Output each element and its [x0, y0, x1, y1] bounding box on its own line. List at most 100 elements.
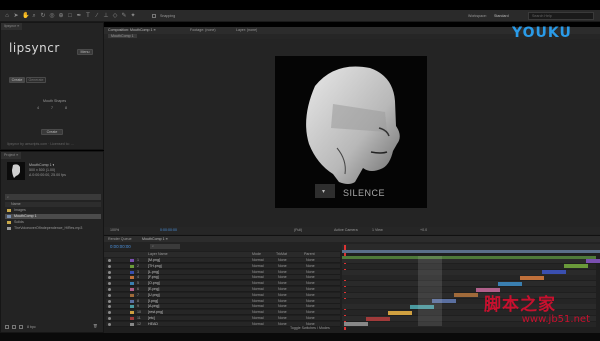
- mouth-shapes-value-2[interactable]: 7: [51, 106, 53, 110]
- visibility-eye-icon[interactable]: [108, 264, 111, 268]
- tab-layer[interactable]: Layer: (none): [236, 28, 257, 32]
- label-color-swatch[interactable]: [130, 270, 134, 274]
- project-search-input[interactable]: ⌕: [5, 194, 101, 200]
- menu-button[interactable]: Menu: [77, 49, 93, 55]
- project-item-solids[interactable]: Solids: [5, 220, 101, 225]
- layer-duration-bar[interactable]: [344, 322, 368, 327]
- col-parent[interactable]: Parent: [304, 252, 315, 256]
- eraser-tool-icon[interactable]: ◇: [112, 13, 118, 19]
- timeline-layer-row[interactable]: 1 [M.png] Normal None None: [106, 258, 340, 263]
- col-trkmat[interactable]: TrkMat: [276, 252, 287, 256]
- project-item-images[interactable]: Images: [5, 208, 101, 213]
- label-color-swatch[interactable]: [130, 276, 134, 280]
- label-color-swatch[interactable]: [130, 264, 134, 268]
- timeline-layer-row[interactable]: 5 [O.png] Normal None None: [106, 281, 340, 287]
- timeline-timecode[interactable]: 0:00:00:00: [110, 244, 131, 249]
- views-select[interactable]: 1 View: [372, 228, 383, 232]
- mouth-shapes-value-1[interactable]: 4: [37, 106, 39, 110]
- tab-render-queue[interactable]: Render Queue: [108, 237, 132, 241]
- hand-tool-icon[interactable]: ✋: [22, 13, 29, 19]
- project-col-name[interactable]: Name: [11, 202, 21, 206]
- viewer-subtab[interactable]: MouthComp 1: [108, 34, 137, 38]
- track-lane[interactable]: [342, 275, 596, 281]
- create-button[interactable]: Create: [41, 129, 63, 135]
- toggle-switches-label[interactable]: Toggle Switches / Modes: [290, 326, 330, 330]
- timeline-layer-row[interactable]: 8 [I.png] Normal None None: [106, 298, 340, 304]
- layer-duration-bar[interactable]: [366, 316, 390, 321]
- tab-timeline-comp[interactable]: MouthComp 1 ≡: [142, 237, 168, 241]
- tab-composition[interactable]: Composition: MouthComp 1 ≡: [108, 28, 156, 32]
- workspace-select[interactable]: Standard: [494, 14, 509, 18]
- clone-stamp-tool-icon[interactable]: ⊥: [103, 13, 109, 19]
- timeline-layer-row[interactable]: 2 [TH.png] Normal None None: [106, 263, 340, 269]
- layer-duration-bar[interactable]: [454, 293, 478, 298]
- label-color-swatch[interactable]: [130, 311, 134, 315]
- label-color-swatch[interactable]: [130, 288, 134, 291]
- label-color-swatch[interactable]: [130, 305, 134, 309]
- resolution-select[interactable]: (Full): [294, 228, 302, 232]
- visibility-eye-icon[interactable]: [108, 311, 111, 315]
- timeline-layer-row[interactable]: 7 [U.png] Normal None None: [106, 292, 340, 298]
- new-comp-icon[interactable]: [19, 325, 23, 329]
- interpret-footage-icon[interactable]: [5, 325, 9, 329]
- zoom-tool-icon[interactable]: ⌕: [31, 13, 37, 19]
- audio-layer-bar[interactable]: [342, 256, 596, 259]
- visibility-eye-icon[interactable]: [108, 288, 111, 291]
- rectangle-tool-icon[interactable]: □: [67, 13, 73, 19]
- tab-generate[interactable]: Generate: [26, 77, 46, 83]
- pen-tool-icon[interactable]: ✒: [76, 13, 82, 19]
- visibility-eye-icon[interactable]: [108, 259, 111, 262]
- pan-behind-tool-icon[interactable]: ⊕: [58, 13, 64, 19]
- track-lane[interactable]: [342, 287, 596, 292]
- layer-duration-bar[interactable]: [476, 287, 500, 292]
- project-tab[interactable]: Project ≡: [1, 152, 22, 159]
- visibility-eye-icon[interactable]: [108, 322, 111, 326]
- lipsyncr-tab[interactable]: lipsyncr ≡: [1, 23, 23, 30]
- col-mode[interactable]: Mode: [252, 252, 261, 256]
- type-tool-icon[interactable]: T: [85, 13, 91, 19]
- track-lane[interactable]: [342, 281, 596, 287]
- layer-duration-bar[interactable]: [388, 310, 412, 315]
- label-color-swatch[interactable]: [130, 282, 134, 286]
- layer-duration-bar[interactable]: [498, 281, 522, 286]
- puppet-tool-icon[interactable]: ✦: [130, 13, 136, 19]
- layer-duration-bar[interactable]: [542, 270, 566, 275]
- track-lane[interactable]: [342, 263, 596, 269]
- timeline-layer-row[interactable]: 3 [L.png] Normal None None: [106, 269, 340, 275]
- timeline-layer-row[interactable]: 6 [E.png] Normal None None: [106, 287, 340, 292]
- bpc-label[interactable]: 8 bpc: [27, 325, 36, 329]
- project-item-mouthcomp[interactable]: MouthComp 1: [5, 214, 101, 219]
- layer-duration-bar[interactable]: [586, 258, 600, 263]
- label-color-swatch[interactable]: [130, 299, 134, 303]
- mouth-shapes-value-3[interactable]: 8: [65, 106, 67, 110]
- visibility-eye-icon[interactable]: [108, 270, 111, 274]
- zoom-select[interactable]: 100%: [110, 228, 119, 232]
- timeline-search-input[interactable]: ⌕: [150, 244, 180, 249]
- timeline-layer-row[interactable]: 10 [rest.png] Normal None None: [106, 310, 340, 316]
- rotate-tool-icon[interactable]: ↻: [40, 13, 46, 19]
- layer-duration-bar[interactable]: [564, 264, 588, 269]
- label-color-swatch[interactable]: [130, 322, 134, 326]
- visibility-eye-icon[interactable]: [108, 276, 111, 280]
- visibility-eye-icon[interactable]: [108, 293, 111, 297]
- roto-brush-tool-icon[interactable]: ✎: [121, 13, 127, 19]
- viewer-timecode[interactable]: 0:00:00:00: [160, 228, 177, 232]
- tab-create[interactable]: Create: [9, 77, 25, 83]
- brush-tool-icon[interactable]: ∕: [94, 13, 100, 19]
- camera-select[interactable]: Active Camera: [334, 228, 358, 232]
- home-icon[interactable]: ⌂: [4, 13, 10, 19]
- label-color-swatch[interactable]: [130, 293, 134, 297]
- search-help-input[interactable]: Search Help: [528, 12, 594, 20]
- camera-tool-icon[interactable]: ◎: [49, 13, 55, 19]
- timeline-layer-row[interactable]: 11 [etc] Normal None None: [106, 316, 340, 321]
- project-item-audio[interactable]: TheVoiceoverOfIndependence_HiRes.mp3: [5, 226, 101, 231]
- visibility-eye-icon[interactable]: [108, 299, 111, 303]
- visibility-eye-icon[interactable]: [108, 305, 111, 309]
- col-layer-name[interactable]: Layer Name: [148, 252, 168, 256]
- new-folder-icon[interactable]: [12, 325, 16, 329]
- snapping-checkbox[interactable]: [152, 14, 156, 18]
- tab-footage[interactable]: Footage: (none): [190, 28, 216, 32]
- timeline-layer-row[interactable]: 9 [A.png] Normal None None: [106, 304, 340, 310]
- visibility-eye-icon[interactable]: [108, 317, 111, 320]
- label-color-swatch[interactable]: [130, 317, 134, 320]
